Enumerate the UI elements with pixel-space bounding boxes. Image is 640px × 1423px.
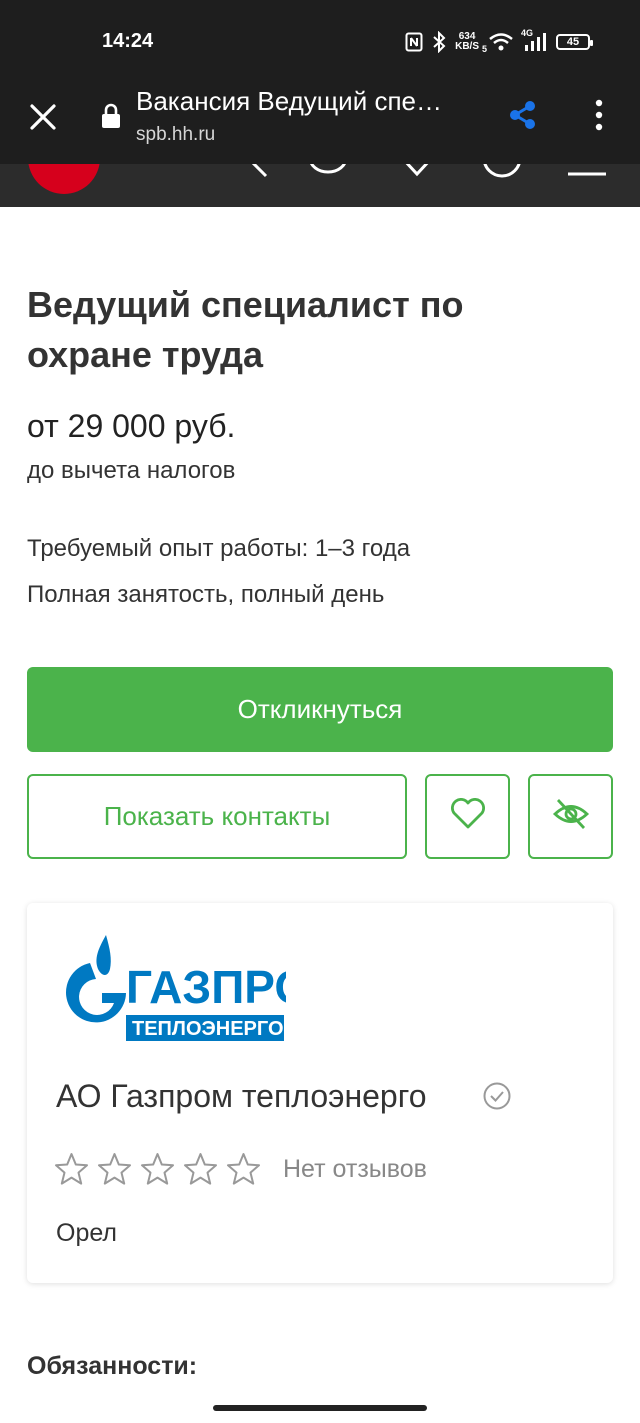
wifi-icon: 5	[482, 32, 514, 54]
battery-level: 45	[566, 36, 580, 48]
star-icon	[140, 1152, 175, 1191]
gesture-nav-bar	[0, 1395, 640, 1423]
lock-icon	[101, 103, 121, 134]
hide-vacancy-button[interactable]	[528, 774, 613, 859]
gazprom-logo-text: ГАЗПРОМ	[126, 961, 286, 1013]
page-url[interactable]: spb.hh.ru	[136, 124, 215, 146]
star-icon	[226, 1152, 261, 1191]
experience: Требуемый опыт работы: 1–3 года	[27, 535, 411, 562]
site-header	[0, 164, 640, 207]
home-handle[interactable]	[213, 1405, 427, 1411]
status-time: 14:24	[102, 30, 154, 52]
browser-toolbar: Вакансия Ведущий спе… spb.hh.ru	[0, 84, 640, 164]
back-nav-icon[interactable]	[244, 164, 274, 187]
chat-icon[interactable]	[306, 164, 350, 187]
gazprom-logo-subtext: ТЕПЛОЭНЕРГО	[132, 1018, 284, 1040]
signal-icon: 4G	[521, 28, 547, 52]
star-icon	[183, 1152, 218, 1191]
gazprom-logo: ГАЗПРОМ ТЕПЛОЭНЕРГО	[54, 929, 348, 1050]
battery-icon: 45	[556, 34, 593, 50]
net-speed: 634 KB/S	[455, 32, 479, 52]
eye-off-icon	[552, 797, 590, 836]
net-speed-unit: KB/S	[455, 41, 479, 52]
close-icon[interactable]	[26, 100, 60, 134]
rating-stars	[54, 1152, 261, 1191]
hamburger-icon[interactable]	[566, 164, 608, 187]
reviews-label[interactable]: Нет отзывов	[283, 1155, 427, 1184]
hh-logo[interactable]	[28, 164, 100, 194]
page-title[interactable]: Вакансия Ведущий спе…	[136, 86, 442, 117]
bluetooth-icon	[432, 31, 446, 53]
duties-heading: Обязанности:	[27, 1352, 198, 1380]
star-icon	[54, 1152, 89, 1191]
respond-button[interactable]: Откликнуться	[27, 667, 613, 752]
verified-check-icon	[482, 1081, 512, 1116]
favorites-nav-icon[interactable]	[400, 164, 434, 187]
heart-icon	[450, 798, 486, 835]
status-bar: 14:24 634 KB/S 5 4G 45	[0, 0, 640, 84]
network-type: 4G	[521, 28, 534, 38]
salary-note: до вычета налогов	[27, 457, 236, 484]
star-icon	[97, 1152, 132, 1191]
wifi-badge: 5	[482, 44, 488, 54]
nfc-icon	[405, 32, 423, 52]
company-name[interactable]: АО Газпром теплоэнерго	[56, 1078, 426, 1115]
show-contacts-button[interactable]: Показать контакты	[27, 774, 407, 859]
more-vert-icon[interactable]	[587, 98, 611, 132]
profile-icon[interactable]	[480, 164, 524, 187]
company-city: Орел	[56, 1219, 118, 1247]
vacancy-title: Ведущий специалист по охране труда	[27, 284, 464, 375]
employment-type: Полная занятость, полный день	[27, 581, 385, 608]
salary: от 29 000 руб.	[27, 408, 236, 444]
status-icons: 634 KB/S 5 4G 45	[405, 28, 593, 54]
company-card[interactable]: ГАЗПРОМ ТЕПЛОЭНЕРГО АО Газпром теплоэнер…	[27, 903, 613, 1283]
favorite-button[interactable]	[425, 774, 510, 859]
share-icon[interactable]	[506, 98, 540, 132]
